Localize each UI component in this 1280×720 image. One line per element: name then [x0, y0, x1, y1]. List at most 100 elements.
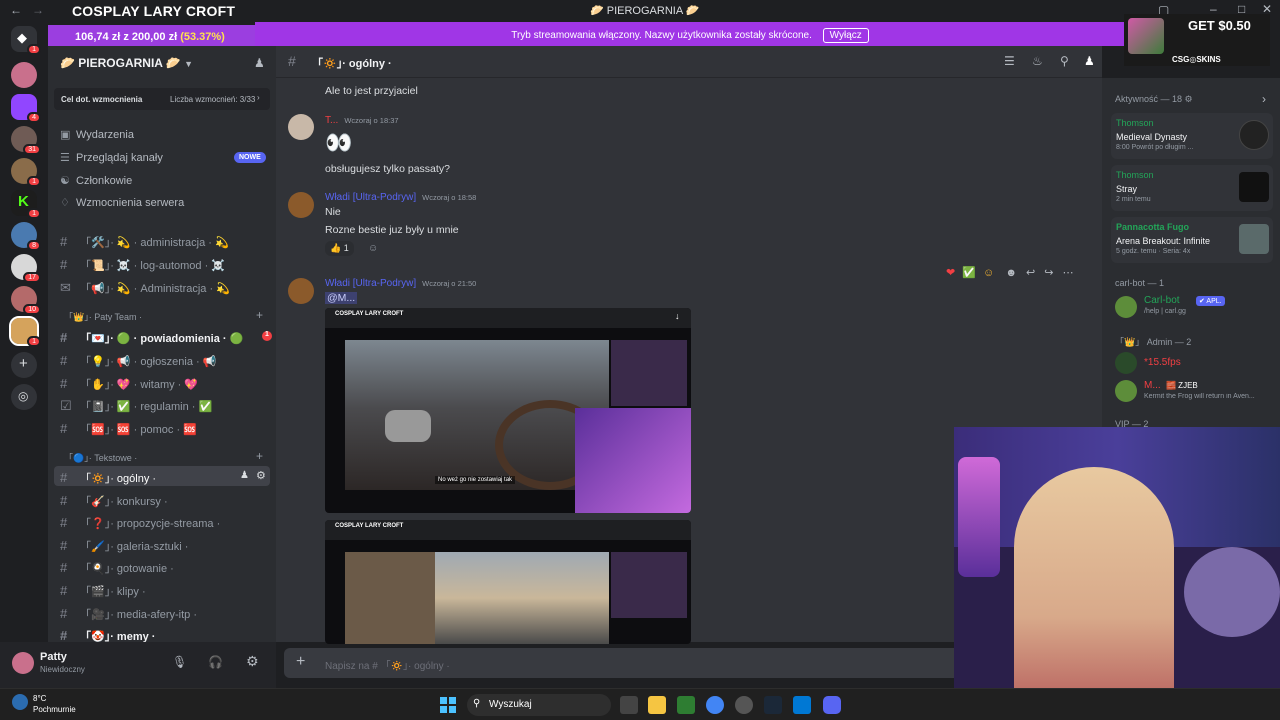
taskbar-search[interactable]: ⚲ Wyszukaj: [467, 694, 611, 716]
microphone-icon[interactable]: 🎙: [172, 655, 187, 669]
activity-card[interactable]: Pannacotta Fugo Arena Breakout: Infinite…: [1111, 217, 1273, 263]
invite-icon[interactable]: ♟: [254, 56, 265, 70]
channel-gotowanie[interactable]: # 「🍳」· gotowanie ·: [54, 556, 270, 576]
threads-icon[interactable]: ☰: [1004, 54, 1015, 68]
members-link[interactable]: ☯ Członkowie: [60, 174, 132, 187]
discover-icon[interactable]: ◎: [11, 384, 37, 410]
channel-administracja[interactable]: # 「🛠️」· 💫 · administracja · 💫: [54, 230, 270, 250]
channel-memy[interactable]: # 「🤡」· memy ·: [54, 624, 270, 644]
discord-taskbar-icon[interactable]: [823, 696, 841, 714]
add-reaction-icon[interactable]: ☺: [368, 243, 378, 254]
server-icon-3[interactable]: 31: [11, 126, 41, 155]
channel-konkursy[interactable]: # 「🎸」· konkursy ·: [54, 489, 270, 509]
app-window-icon[interactable]: [793, 696, 811, 714]
forward-icon[interactable]: ↪: [1044, 267, 1053, 279]
category-tekstowe[interactable]: 「🔵」· Tekstowe ·: [64, 451, 137, 464]
member-name[interactable]: Carl-bot: [1144, 295, 1180, 306]
user-settings-icon[interactable]: ⚙: [246, 653, 259, 670]
image-attachment[interactable]: COSPLAY LARY CROFT: [325, 520, 691, 644]
channel-regulamin[interactable]: ☑ 「📓」· ✅ · regulamin · ✅: [54, 394, 270, 414]
back-icon[interactable]: ←: [10, 3, 22, 17]
heart-reaction-icon[interactable]: ❤: [946, 267, 955, 279]
title-bar: ← → COSPLAY LARY CROFT 🥟 PIEROGARNIA 🥟 ▢…: [0, 0, 1280, 22]
channel-settings-icon: ⚙: [256, 470, 266, 482]
streamer-mode-banner: Tryb streamowania włączony. Nazwy użytko…: [255, 22, 1125, 46]
laugh-reaction-icon[interactable]: ☺: [983, 267, 994, 279]
windows-start-icon[interactable]: [440, 697, 456, 713]
activity-card[interactable]: Thomson Medieval Dynasty 8:00 Powrót po …: [1111, 113, 1273, 159]
avatar[interactable]: [288, 192, 314, 218]
twitch-server-icon[interactable]: 4: [11, 94, 41, 123]
channel-media-afery-itp[interactable]: # 「🎥」· media-afery-itp ·: [54, 602, 270, 622]
user-mention[interactable]: @M...: [325, 292, 358, 304]
message-author[interactable]: T... Wczoraj o 18:37: [325, 115, 399, 126]
channel-ogolny[interactable]: # 「🔅」· ogólny · ♟ ⚙: [54, 466, 270, 486]
add-reaction-icon[interactable]: ☻: [1005, 267, 1017, 279]
goal-amount: 106,74 zł z 200,00 zł: [75, 31, 178, 43]
more-options-icon[interactable]: ⋯: [1063, 267, 1074, 279]
server-icon-1[interactable]: [11, 62, 37, 88]
activity-card[interactable]: Thomson Stray 2 min temu: [1111, 165, 1273, 211]
add-channel-icon[interactable]: +: [256, 308, 263, 322]
boost-goal-row[interactable]: Cel dot. wzmocnienia Liczba wzmocnień: 3…: [54, 88, 270, 110]
browse-channels-link[interactable]: ☰ Przeglądaj kanały: [60, 151, 163, 164]
avatar[interactable]: [288, 114, 314, 140]
streamer-image: [1014, 467, 1174, 717]
channel-powiadomienia[interactable]: # 「💌」· 🟢 · powiadomienia · 🟢 1: [54, 326, 272, 346]
calendar-icon: ▣: [60, 129, 71, 141]
add-channel-icon-2[interactable]: +: [256, 449, 263, 463]
chevron-right-icon[interactable]: ›: [1262, 92, 1266, 106]
app-icon[interactable]: [735, 696, 753, 714]
download-icon[interactable]: ↓: [675, 311, 680, 321]
chrome-icon[interactable]: [706, 696, 724, 714]
activity-header[interactable]: Aktywność — 18 ⚙: [1115, 94, 1193, 105]
check-reaction-icon[interactable]: ✅: [962, 267, 976, 279]
server-icon-7[interactable]: 17: [11, 254, 41, 283]
message-author[interactable]: Władi [Ultra-Podryw] Wczoraj o 18:58: [325, 192, 476, 203]
channel-klipy[interactable]: # 「🎬」· klipy ·: [54, 579, 270, 599]
forward-icon[interactable]: →: [32, 3, 44, 17]
channel-witamy[interactable]: # 「✋」· 💖 · witamy · 💖: [54, 372, 270, 392]
channel-ogloszenia[interactable]: # 「💡」· 📢 · ogłoszenia · 📢: [54, 349, 270, 369]
avatar[interactable]: [12, 652, 34, 674]
category-paty-team[interactable]: 「👑」· Paty Team ·: [64, 310, 142, 323]
webcam-thumbnail: [575, 408, 691, 513]
server-icon-6[interactable]: 8: [11, 222, 41, 251]
server-icon-8[interactable]: 10: [11, 286, 41, 315]
add-server-icon[interactable]: +: [11, 352, 37, 378]
member-name[interactable]: *15.5fps: [1144, 357, 1181, 368]
server-boosts-link[interactable]: ♢ Wzmocnienia serwera: [60, 196, 184, 209]
avatar[interactable]: [1115, 380, 1137, 402]
reply-icon[interactable]: ↩: [1026, 267, 1035, 279]
channel-log-automod[interactable]: # 「📜」· ☠️ · log-automod · ☠️: [54, 253, 270, 273]
task-view-icon[interactable]: [620, 696, 638, 714]
channel-administracja-announce[interactable]: ✉ 「📢」· 💫 · Administracja · 💫: [54, 276, 270, 296]
member-list-icon[interactable]: ♟: [1084, 54, 1095, 68]
kick-server-icon[interactable]: K1: [11, 190, 41, 219]
avatar[interactable]: [1115, 352, 1137, 374]
reaction-thumbs-up[interactable]: 👍 1: [325, 241, 354, 256]
pierogarnia-server-icon[interactable]: 1: [9, 316, 41, 347]
server-icon-4[interactable]: 1: [11, 158, 41, 187]
image-attachment[interactable]: COSPLAY LARY CROFT ↓ No weż go nie zosta…: [325, 308, 691, 513]
store-icon[interactable]: [677, 696, 695, 714]
file-explorer-icon[interactable]: [648, 696, 666, 714]
browse-icon: ☰: [60, 152, 70, 164]
avatar[interactable]: [288, 278, 314, 304]
channel-galeria-sztuki[interactable]: # 「🖌️」· galeria-sztuki ·: [54, 534, 270, 554]
headphones-icon[interactable]: 🎧: [208, 655, 223, 669]
notifications-icon[interactable]: ♨: [1032, 54, 1043, 68]
steam-icon[interactable]: [764, 696, 782, 714]
ad-offer: GET $0.50: [1188, 18, 1251, 33]
avatar[interactable]: [1115, 296, 1137, 318]
attach-plus-icon[interactable]: +: [296, 653, 305, 671]
channel-pomoc[interactable]: # 「🆘」· 🆘 · pomoc · 🆘: [54, 417, 270, 437]
message-author[interactable]: Władi [Ultra-Podryw] Wczoraj o 21:50: [325, 278, 476, 289]
server-name-header[interactable]: 🥟 PIEROGARNIA 🥟 ▼: [60, 56, 193, 70]
events-link[interactable]: ▣ Wydarzenia: [60, 128, 134, 141]
disable-streamer-mode-button[interactable]: Wyłącz: [822, 28, 869, 43]
pin-icon[interactable]: ⚲: [1060, 54, 1069, 68]
channel-propozycje-streama[interactable]: # 「❓」· propozycje-streama ·: [54, 511, 270, 531]
member-name[interactable]: M...: [1144, 380, 1161, 391]
direct-messages-icon[interactable]: ◆ 1: [11, 26, 41, 55]
